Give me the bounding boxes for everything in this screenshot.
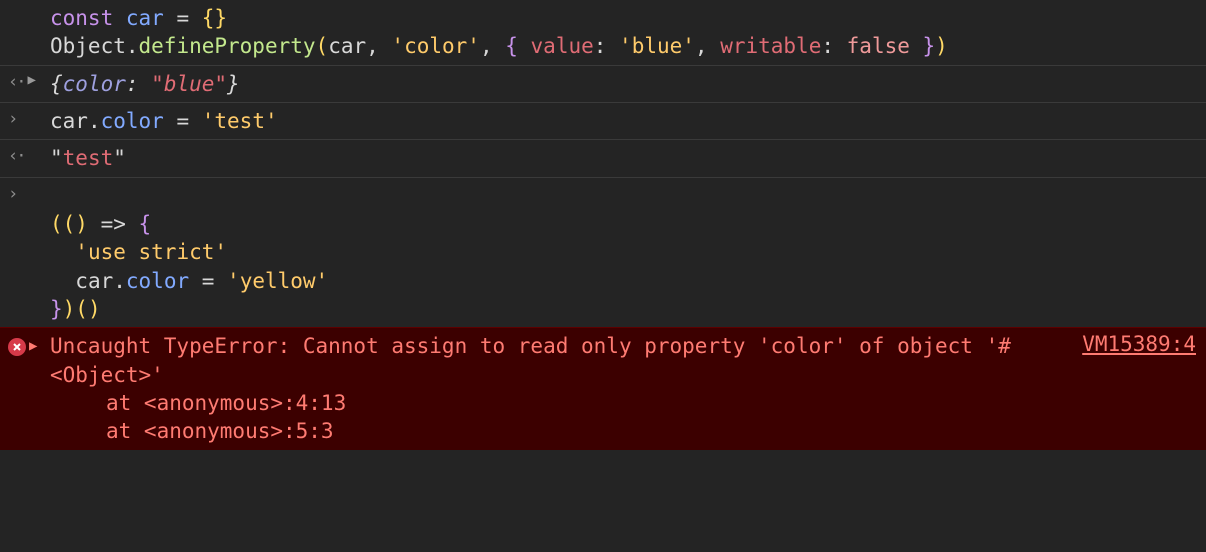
preview-key: color bbox=[63, 72, 126, 96]
comma: , bbox=[366, 34, 391, 58]
method-name: defineProperty bbox=[139, 34, 316, 58]
preview-value: "blue" bbox=[151, 72, 227, 96]
dot: . bbox=[88, 109, 101, 133]
string-blue: 'blue' bbox=[619, 34, 695, 58]
gutter: ▶ bbox=[8, 332, 50, 356]
braces: {} bbox=[202, 6, 227, 30]
console-input-row[interactable]: › const car = {} Object.defineProperty(c… bbox=[0, 0, 1206, 66]
identifier-car: car bbox=[50, 109, 88, 133]
comma: , bbox=[695, 34, 720, 58]
equals: = bbox=[164, 109, 202, 133]
console-error-row[interactable]: ▶ Uncaught TypeError: Cannot assign to r… bbox=[0, 327, 1206, 449]
keyword-const: const bbox=[50, 6, 113, 30]
gutter: › bbox=[8, 107, 50, 129]
string-use-strict: 'use strict' bbox=[75, 240, 227, 264]
error-source-link[interactable]: VM15389:4 bbox=[1062, 332, 1196, 356]
string-value: test bbox=[63, 146, 114, 170]
console-input-row[interactable]: › car.color = 'test' bbox=[0, 103, 1206, 140]
output-value: "test" bbox=[50, 144, 1196, 172]
prop-color: color bbox=[101, 109, 164, 133]
object-global: Object bbox=[50, 34, 126, 58]
equals: = bbox=[189, 269, 227, 293]
paren-close-call: )() bbox=[63, 297, 101, 321]
console-output-row[interactable]: ‹· ▶ {color: "blue"} bbox=[0, 66, 1206, 103]
comma: , bbox=[480, 34, 505, 58]
identifier-car: car bbox=[75, 269, 113, 293]
brace: } bbox=[227, 72, 240, 96]
code-content: const car = {} Object.defineProperty(car… bbox=[50, 4, 1196, 61]
brace-open: { bbox=[505, 34, 530, 58]
identifier-car: car bbox=[126, 6, 164, 30]
key-value: value bbox=[531, 34, 594, 58]
string-color: 'color' bbox=[391, 34, 480, 58]
gutter: ‹· bbox=[8, 144, 50, 166]
code-content: car.color = 'test' bbox=[50, 107, 1196, 135]
paren-open: (() bbox=[50, 212, 88, 236]
gutter: › bbox=[8, 182, 50, 204]
paren-open: ( bbox=[316, 34, 329, 58]
brace: { bbox=[50, 72, 63, 96]
output-prompt-icon: ‹· bbox=[8, 146, 24, 166]
gutter: › bbox=[8, 4, 50, 26]
output-prompt-icon: ‹· bbox=[8, 72, 24, 92]
bool-false: false bbox=[847, 34, 910, 58]
code-content: (() => { 'use strict' car.color = 'yello… bbox=[50, 182, 1196, 324]
stack-frame: at <anonymous>:4:13 bbox=[106, 391, 346, 415]
colon: : bbox=[126, 72, 151, 96]
key-writable: writable bbox=[720, 34, 821, 58]
error-icon bbox=[8, 338, 26, 356]
arg-car: car bbox=[328, 34, 366, 58]
input-prompt-icon: › bbox=[8, 109, 18, 129]
console-input-row[interactable]: › (() => { 'use strict' car.color = 'yel… bbox=[0, 178, 1206, 328]
colon: : bbox=[594, 34, 619, 58]
colon: : bbox=[821, 34, 846, 58]
equals: = bbox=[164, 6, 202, 30]
expand-icon[interactable]: ▶ bbox=[29, 338, 37, 354]
string-yellow: 'yellow' bbox=[227, 269, 328, 293]
stack-frame: at <anonymous>:5:3 bbox=[106, 419, 334, 443]
string-test: 'test' bbox=[202, 109, 278, 133]
error-message: Uncaught TypeError: Cannot assign to rea… bbox=[50, 332, 1062, 445]
brace-close: } bbox=[50, 297, 63, 321]
arrow: => bbox=[88, 212, 139, 236]
brace-open: { bbox=[139, 212, 152, 236]
input-prompt-icon: › bbox=[8, 184, 18, 204]
paren-close: ) bbox=[935, 34, 948, 58]
dot: . bbox=[113, 269, 126, 293]
dot: . bbox=[126, 34, 139, 58]
expand-icon[interactable]: ▶ bbox=[27, 72, 35, 88]
console-output-row[interactable]: ‹· "test" bbox=[0, 140, 1206, 177]
object-preview[interactable]: {color: "blue"} bbox=[50, 70, 1196, 98]
brace-close: } bbox=[910, 34, 935, 58]
prop-color: color bbox=[126, 269, 189, 293]
gutter: ‹· ▶ bbox=[8, 70, 50, 92]
